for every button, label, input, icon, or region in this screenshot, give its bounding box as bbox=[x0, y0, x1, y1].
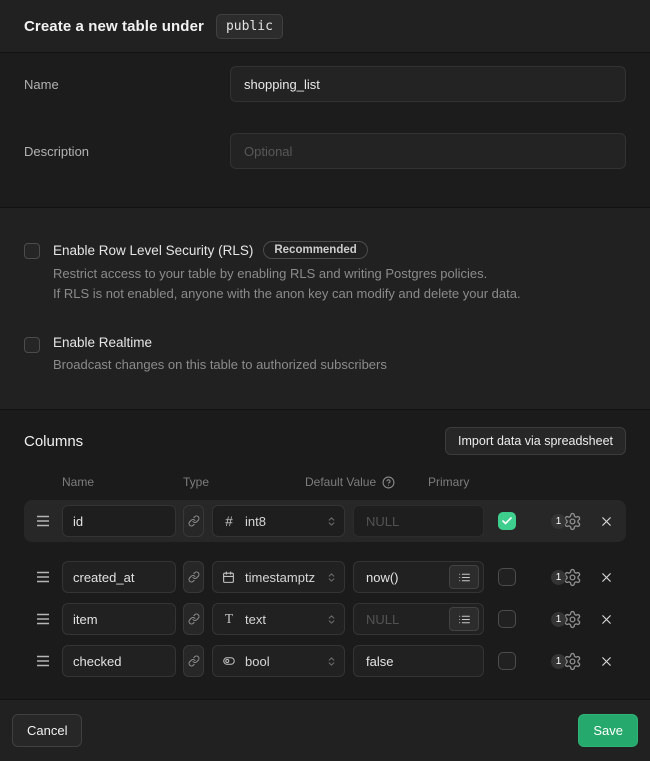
settings-count-badge: 1 bbox=[551, 654, 566, 669]
column-settings-button[interactable]: 1 bbox=[551, 512, 592, 531]
description-field-row: Description bbox=[24, 133, 626, 169]
schema-badge: public bbox=[216, 14, 283, 39]
foreign-key-link-icon[interactable] bbox=[183, 603, 204, 635]
default-value-list-icon[interactable] bbox=[449, 607, 479, 631]
chevrons-up-down-icon bbox=[326, 655, 337, 668]
column-name-input[interactable] bbox=[62, 561, 176, 593]
settings-count-badge: 1 bbox=[551, 514, 566, 529]
dialog-footer: Cancel Save bbox=[0, 700, 650, 761]
table-row: bool false 1 bbox=[24, 640, 626, 682]
realtime-checkbox[interactable] bbox=[24, 337, 40, 353]
default-value-field[interactable]: NULL bbox=[353, 603, 484, 635]
table-row: T text NULL 1 bbox=[24, 598, 626, 640]
chevrons-up-down-icon bbox=[326, 571, 337, 584]
save-button[interactable]: Save bbox=[578, 714, 638, 747]
toggle-icon bbox=[222, 655, 236, 667]
table-row: timestamptz now() 1 bbox=[24, 556, 626, 598]
remove-column-icon[interactable] bbox=[599, 514, 614, 529]
security-section: Enable Row Level Security (RLS) Recommen… bbox=[0, 208, 650, 410]
foreign-key-link-icon[interactable] bbox=[183, 561, 204, 593]
calendar-icon bbox=[222, 571, 236, 584]
drag-handle-icon[interactable] bbox=[36, 613, 50, 625]
header-primary: Primary bbox=[428, 475, 469, 489]
column-type-select[interactable]: timestamptz bbox=[212, 561, 345, 593]
import-spreadsheet-button[interactable]: Import data via spreadsheet bbox=[445, 427, 626, 455]
rls-description-line1: Restrict access to your table by enablin… bbox=[53, 264, 521, 284]
dialog-title: Create a new table under bbox=[24, 18, 204, 35]
rls-checkbox[interactable] bbox=[24, 243, 40, 259]
rls-option: Enable Row Level Security (RLS) Recommen… bbox=[24, 241, 626, 304]
table-name-input[interactable] bbox=[230, 66, 626, 102]
recommended-badge: Recommended bbox=[263, 241, 367, 259]
column-settings-button[interactable]: 1 bbox=[551, 610, 592, 629]
drag-handle-icon[interactable] bbox=[36, 515, 50, 527]
hash-icon: # bbox=[222, 514, 236, 529]
create-table-dialog: Create a new table under public Name Des… bbox=[0, 0, 650, 761]
remove-column-icon[interactable] bbox=[599, 570, 614, 585]
remove-column-icon[interactable] bbox=[599, 654, 614, 669]
rls-description-line2: If RLS is not enabled, anyone with the a… bbox=[53, 284, 521, 304]
column-name-input[interactable] bbox=[62, 603, 176, 635]
column-type-select[interactable]: # int8 bbox=[212, 505, 345, 537]
default-value-list-icon[interactable] bbox=[449, 565, 479, 589]
text-icon: T bbox=[222, 611, 236, 627]
table-info-section: Name Description bbox=[0, 53, 650, 208]
chevrons-up-down-icon bbox=[326, 613, 337, 626]
drag-handle-icon[interactable] bbox=[36, 571, 50, 583]
rls-label: Enable Row Level Security (RLS) bbox=[53, 243, 253, 258]
realtime-description: Broadcast changes on this table to autho… bbox=[53, 355, 387, 375]
realtime-option: Enable Realtime Broadcast changes on thi… bbox=[24, 335, 626, 375]
header-type: Type bbox=[183, 475, 305, 489]
name-field-row: Name bbox=[24, 66, 626, 102]
header-name: Name bbox=[62, 475, 183, 489]
columns-table-headers: Name Type Default Value Primary bbox=[24, 475, 626, 489]
name-label: Name bbox=[24, 66, 230, 102]
description-label: Description bbox=[24, 133, 230, 169]
column-name-input[interactable] bbox=[62, 645, 176, 677]
column-settings-button[interactable]: 1 bbox=[551, 568, 592, 587]
primary-checkbox[interactable] bbox=[498, 568, 516, 586]
columns-rows: # int8 NULL 1 bbox=[24, 500, 626, 682]
column-settings-button[interactable]: 1 bbox=[551, 652, 592, 671]
table-description-input[interactable] bbox=[230, 133, 626, 169]
column-type-select[interactable]: T text bbox=[212, 603, 345, 635]
column-type-select[interactable]: bool bbox=[212, 645, 345, 677]
drag-handle-icon[interactable] bbox=[36, 655, 50, 667]
column-name-input[interactable] bbox=[62, 505, 176, 537]
foreign-key-link-icon[interactable] bbox=[183, 645, 204, 677]
primary-checkbox[interactable] bbox=[498, 610, 516, 628]
settings-count-badge: 1 bbox=[551, 570, 566, 585]
dialog-header: Create a new table under public bbox=[0, 0, 650, 53]
chevrons-up-down-icon bbox=[326, 515, 337, 528]
columns-section: Columns Import data via spreadsheet Name… bbox=[0, 410, 650, 700]
default-value-field[interactable]: now() bbox=[353, 561, 484, 593]
help-icon[interactable] bbox=[382, 476, 395, 489]
default-value-field: NULL bbox=[353, 505, 484, 537]
foreign-key-link-icon[interactable] bbox=[183, 505, 204, 537]
primary-checkbox[interactable] bbox=[498, 652, 516, 670]
default-value-field[interactable]: false bbox=[353, 645, 484, 677]
cancel-button[interactable]: Cancel bbox=[12, 714, 82, 747]
header-default-value: Default Value bbox=[305, 475, 376, 489]
table-row: # int8 NULL 1 bbox=[24, 500, 626, 542]
columns-heading: Columns bbox=[24, 433, 83, 450]
realtime-label: Enable Realtime bbox=[53, 335, 152, 350]
settings-count-badge: 1 bbox=[551, 612, 566, 627]
primary-checkbox[interactable] bbox=[498, 512, 516, 530]
remove-column-icon[interactable] bbox=[599, 612, 614, 627]
